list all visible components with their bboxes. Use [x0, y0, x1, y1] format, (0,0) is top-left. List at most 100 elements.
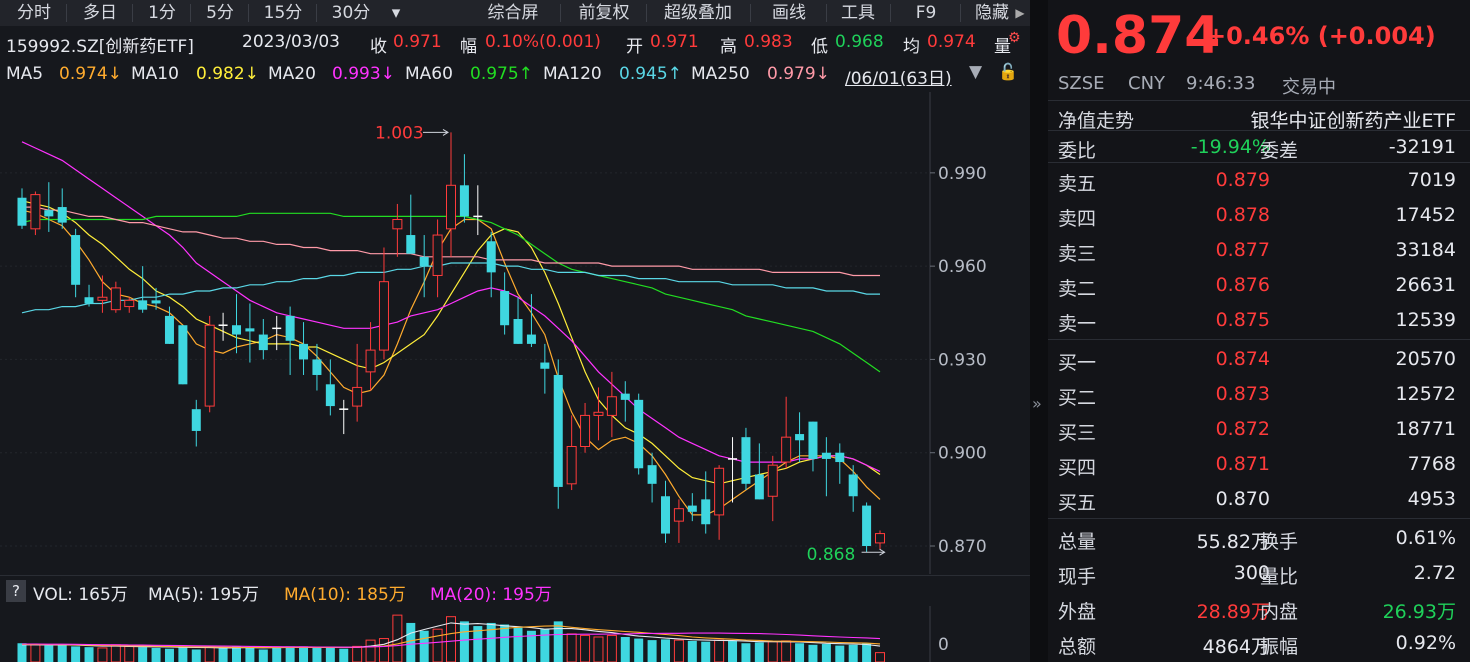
- ma5-value: 0.974↓: [59, 64, 122, 84]
- bid-row[interactable]: 买四 0.871 7768: [1048, 447, 1470, 481]
- bid-row[interactable]: 买二 0.873 12572: [1048, 377, 1470, 411]
- ask-row[interactable]: 卖三 0.877 33184: [1048, 233, 1470, 267]
- candle-body: [204, 324, 215, 407]
- composite-screen-button[interactable]: 综合屏: [470, 0, 556, 26]
- tab-multiday[interactable]: 多日: [70, 0, 130, 26]
- candle-body: [44, 210, 54, 217]
- currency-label: CNY: [1128, 73, 1166, 94]
- tab-5min[interactable]: 5分: [194, 0, 246, 26]
- candle[interactable]: [862, 502, 872, 553]
- ask-volume: 33184: [1395, 239, 1456, 261]
- ask-volume: 7019: [1407, 169, 1456, 191]
- order-diff-label: 委差: [1260, 140, 1299, 162]
- scroll-right-icon[interactable]: ▶: [1013, 0, 1027, 26]
- candle-body: [352, 386, 363, 407]
- volume-bar: [97, 647, 108, 662]
- more-periods-dropdown-icon[interactable]: ▾: [386, 0, 406, 26]
- divider: [1048, 339, 1470, 340]
- bid-row[interactable]: 买三 0.872 18771: [1048, 412, 1470, 446]
- volume-bar: [714, 639, 725, 662]
- high-label: 高: [720, 37, 737, 57]
- toolbar-divider: [960, 4, 961, 22]
- candle[interactable]: [30, 191, 41, 236]
- tab-1min[interactable]: 1分: [136, 0, 188, 26]
- stat-label: 换手: [1260, 531, 1299, 553]
- volume-bar: [178, 646, 188, 662]
- volume-bar: [701, 641, 711, 662]
- volume-bar: [540, 629, 550, 662]
- tab-15min[interactable]: 15分: [252, 0, 314, 26]
- forward-adjust-button[interactable]: 前复权: [564, 0, 644, 26]
- candle-body: [661, 496, 670, 534]
- panel-splitter[interactable]: »: [1030, 0, 1048, 662]
- ask-level-label: 卖一: [1058, 313, 1097, 335]
- volume-bar: [406, 622, 416, 662]
- candle-body: [647, 465, 657, 484]
- volume-chart[interactable]: 0: [0, 606, 1030, 662]
- candle[interactable]: [178, 325, 188, 385]
- fund-row: 净值走势 银华中证创新药产业ETF: [1048, 100, 1470, 134]
- volume-bar: [580, 634, 591, 662]
- ask-row[interactable]: 卖一 0.875 12539: [1048, 303, 1470, 337]
- bid-row[interactable]: 买五 0.870 4953: [1048, 482, 1470, 516]
- candle-body: [741, 437, 751, 484]
- hide-button[interactable]: 隐藏: [964, 0, 1020, 26]
- volume-bar: [44, 645, 54, 662]
- candle-body: [701, 499, 711, 525]
- candle[interactable]: [741, 427, 751, 491]
- candle-body: [378, 281, 389, 351]
- bid-price: 0.870: [1215, 488, 1270, 510]
- volume-bar: [728, 640, 738, 662]
- candle[interactable]: [553, 359, 563, 509]
- range-dropdown-icon[interactable]: ▼: [969, 62, 982, 82]
- nav-trend-link[interactable]: 净值走势: [1058, 106, 1134, 133]
- volume-bar: [419, 630, 429, 662]
- candle-body: [687, 505, 697, 512]
- settings-icon[interactable]: ⚙: [1008, 30, 1021, 46]
- candle-body: [446, 184, 456, 230]
- expand-chevron-icon[interactable]: »: [1032, 394, 1042, 413]
- tab-30min[interactable]: 30分: [320, 0, 382, 26]
- stat-value: 2.72: [1413, 562, 1456, 584]
- low-value: 0.968: [835, 32, 884, 52]
- f9-button[interactable]: F9: [896, 0, 956, 26]
- ask-row[interactable]: 卖四 0.878 17452: [1048, 198, 1470, 232]
- candle-body: [325, 384, 335, 407]
- volume-bar: [378, 638, 389, 662]
- ohlc-info-line: 159992.SZ[创新药ETF] 2023/03/03 收 0.971 幅 0…: [0, 28, 1030, 58]
- ask-row[interactable]: 卖二 0.876 26631: [1048, 268, 1470, 302]
- vol-ma20-value: MA(20): 195万: [430, 585, 552, 605]
- exchange-label: SZSE: [1058, 73, 1105, 94]
- help-button[interactable]: ?: [6, 580, 26, 602]
- stat-value: 0.61%: [1395, 527, 1456, 549]
- y-tick-label: 0.870: [938, 537, 987, 557]
- quote-time: 9:46:33: [1186, 73, 1256, 94]
- candle-body: [97, 296, 108, 301]
- candle-body: [513, 319, 523, 344]
- ma20-value: 0.993↓: [332, 64, 395, 84]
- bid-volume: 12572: [1395, 383, 1456, 405]
- bid-level-label: 买二: [1058, 387, 1097, 409]
- stat-label: 总量: [1058, 531, 1097, 553]
- volume-legend: ? VOL: 165万 MA(5): 195万 MA(10): 185万 MA(…: [0, 575, 1030, 606]
- draw-line-button[interactable]: 画线: [754, 0, 824, 26]
- toolbar-divider: [248, 4, 249, 22]
- tab-intraday[interactable]: 分时: [4, 0, 64, 26]
- candle[interactable]: [204, 315, 215, 413]
- tools-button[interactable]: 工具: [830, 0, 886, 26]
- high-value: 0.983: [744, 32, 793, 52]
- candle-body: [178, 325, 188, 385]
- volume-bar: [821, 644, 831, 662]
- bid-price: 0.872: [1215, 418, 1270, 440]
- candlestick-chart[interactable]: 0.990 0.960 0.930 0.900 0.870 1.003 0.868: [0, 92, 1030, 574]
- range-text[interactable]: /06/01(63日): [845, 64, 952, 89]
- super-overlay-button[interactable]: 超级叠加: [650, 0, 746, 26]
- stat-label: 外盘: [1058, 601, 1097, 623]
- candle[interactable]: [634, 393, 644, 475]
- ma5-label: MA5: [6, 64, 44, 84]
- lock-icon[interactable]: 🔓: [998, 62, 1018, 81]
- ask-row[interactable]: 卖五 0.879 7019: [1048, 163, 1470, 197]
- candle-body: [553, 374, 563, 487]
- candle-body: [862, 505, 872, 547]
- bid-row[interactable]: 买一 0.874 20570: [1048, 342, 1470, 376]
